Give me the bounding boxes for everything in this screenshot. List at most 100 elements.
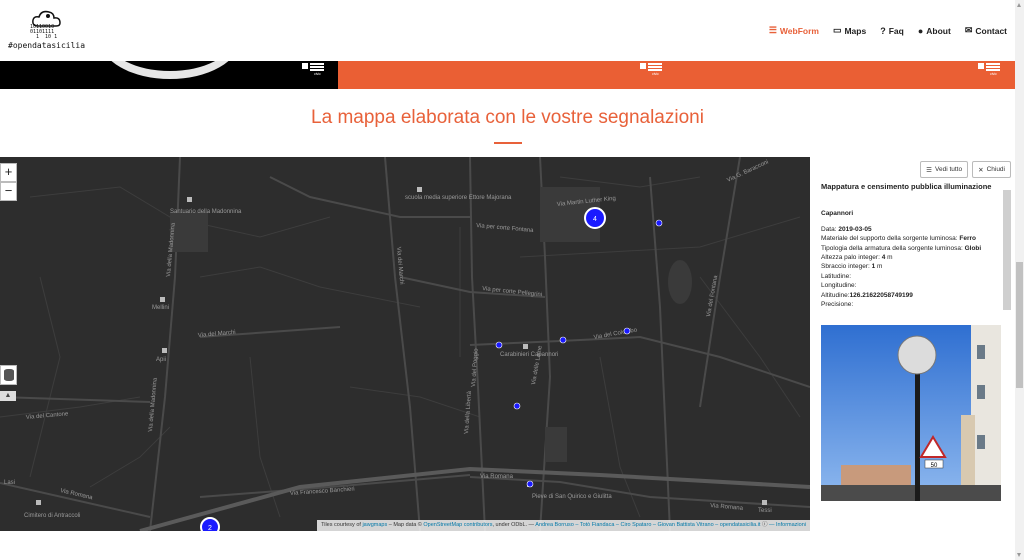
nav-maps[interactable]: ▭ Maps <box>833 25 866 36</box>
logo-text: #opendatasicilia <box>8 41 86 50</box>
layers-button[interactable] <box>0 365 17 385</box>
street-label: Via Romana <box>480 474 514 480</box>
panel-content: Mappatura e censimento pubblica illumina… <box>821 182 1004 309</box>
poi-label: Carabinieri Capannori <box>500 352 558 358</box>
lamp-globe <box>897 335 937 375</box>
scroll-up-icon[interactable] <box>1017 3 1021 7</box>
street-label: Via per corte Pellegrini <box>482 286 543 298</box>
map-marker[interactable] <box>623 327 631 335</box>
nav-webform[interactable]: ☰ WebForm <box>769 25 819 36</box>
police-icon <box>523 344 528 349</box>
collapse-toggle[interactable]: ▲ <box>0 391 16 401</box>
street-lamp-photo: 50 <box>821 325 1001 501</box>
zoom-out-button[interactable]: − <box>0 182 17 201</box>
cemetery-icon <box>36 500 41 505</box>
opendatasicilia-logo[interactable]: 10110010 01101111 1 10 1 #opendatasicili… <box>6 8 86 54</box>
info-row: Longitudine: <box>821 282 857 290</box>
attribution-prefix: Tiles courtesy of <box>321 522 361 528</box>
map-icon: ▭ <box>832 25 842 35</box>
street-label: Via della Madonnina <box>148 377 159 432</box>
map-marker[interactable] <box>495 341 503 349</box>
info-link[interactable]: — Informazioni <box>769 522 806 528</box>
street-label: Via G. Baracconi <box>726 159 769 183</box>
info-row: Precisione: <box>821 301 854 309</box>
shop-icon <box>762 500 767 505</box>
street-label: Via per corte Fontana <box>476 223 535 234</box>
banner-tile-orange[interactable]: civic <box>338 61 677 89</box>
page-scrollbar[interactable] <box>1015 0 1024 560</box>
markers: 4 2 <box>200 207 663 531</box>
nav-contact-label: Contact <box>975 25 1007 36</box>
panel-buttons: ☰ Vedi tutto ✕ Chiudi <box>920 161 1011 178</box>
lamp-pole <box>915 367 920 501</box>
civic-logo-icon: civic <box>302 63 326 77</box>
nav-faq[interactable]: ? Faq <box>880 25 904 36</box>
map-marker[interactable] <box>655 219 663 227</box>
close-icon: ✕ <box>978 166 984 174</box>
school-icon <box>417 187 422 192</box>
tile-caption: civic <box>314 72 321 76</box>
info-row: Altezza palo integer: 4 m <box>821 254 893 262</box>
poi-label: scuola media superiore Ettore Majorana <box>405 195 512 201</box>
envelope-icon: ✉ <box>964 25 973 35</box>
nav-contact[interactable]: ✉ Contact <box>965 25 1007 36</box>
osm-link[interactable]: OpenStreetMap contributors <box>423 522 492 528</box>
photo-illustration: 50 <box>821 325 1001 501</box>
top-navbar: 10110010 01101111 1 10 1 #opendatasicili… <box>0 0 1015 61</box>
info-row: Tipologia della armatura della sorgente … <box>821 244 982 252</box>
see-all-button[interactable]: ☰ Vedi tutto <box>920 161 969 178</box>
nav-maps-label: Maps <box>844 25 867 36</box>
info-row: Sbraccio integer: 1 m <box>821 263 883 271</box>
panel-heading: Mappatura e censimento pubblica illumina… <box>821 182 992 191</box>
see-all-label: Vedi tutto <box>935 166 963 173</box>
logo-binary: 10110010 01101111 1 10 1 <box>30 24 58 40</box>
poi-label: Cimitero di Antraccoli <box>24 513 80 519</box>
attribution-license: , under ODbL. — <box>492 522 535 528</box>
map-areas <box>170 187 692 462</box>
map-marker[interactable] <box>526 480 534 488</box>
shop-icon <box>160 297 165 302</box>
list-icon: ☰ <box>926 166 932 174</box>
shop-icon <box>162 348 167 353</box>
banner-tile-dark[interactable]: civic <box>0 61 338 89</box>
poi-label: Pieve di San Quirico e Giulitta <box>532 494 612 500</box>
scroll-down-icon[interactable] <box>1017 553 1021 557</box>
marker-cluster[interactable]: 4 <box>584 207 606 229</box>
tiles-link[interactable]: jawgmaps <box>362 522 387 528</box>
cluster-count: 4 <box>593 216 597 223</box>
sign-text: 50 <box>931 463 938 469</box>
street-label: Via Romana <box>710 503 744 512</box>
map-view[interactable]: Via Martin Luther King Via G. Baracconi … <box>0 157 810 531</box>
nav-about-label: About <box>926 25 951 36</box>
civic-logo-icon: civic <box>640 63 664 77</box>
map-marker[interactable] <box>513 402 521 410</box>
ring-graphic <box>100 61 240 79</box>
close-button[interactable]: ✕ Chiudi <box>972 161 1011 178</box>
map-marker[interactable] <box>559 336 567 344</box>
authors-link[interactable]: Andrea Borruso – Totò Fiandaca – Ciro Sp… <box>535 522 760 528</box>
close-label: Chiudi <box>986 166 1005 173</box>
map-tiles: Via Martin Luther King Via G. Baracconi … <box>0 157 810 531</box>
nav-webform-label: WebForm <box>779 25 819 36</box>
banner-tile-orange[interactable]: civic <box>677 61 1015 89</box>
tile-caption: civic <box>652 72 659 76</box>
civic-logo-icon: civic <box>978 63 1002 77</box>
tile-banner: civic civic civic <box>0 61 1015 89</box>
street-label: Via delle Lame <box>531 345 544 386</box>
scroll-thumb[interactable] <box>1016 262 1023 388</box>
tile-caption: civic <box>990 72 997 76</box>
marker-cluster[interactable]: 2 <box>200 517 220 531</box>
info-icon[interactable]: ⓘ <box>762 522 768 528</box>
street-label: Via del Marchi <box>198 330 236 339</box>
users-icon: ● <box>917 25 924 36</box>
poi-label: Apii <box>156 357 166 363</box>
zoom-in-button[interactable]: + <box>0 163 17 182</box>
poi-label: Tessi <box>758 508 772 514</box>
street-label: Via della Libertà <box>464 390 473 434</box>
nav-about[interactable]: ● About <box>918 25 951 36</box>
title-divider <box>494 142 522 144</box>
cluster-count: 2 <box>208 525 212 531</box>
panel-scrollbar[interactable] <box>1003 190 1011 310</box>
info-row: Data: 2019-03-05 <box>821 225 872 233</box>
poi-label: Mellini <box>152 305 169 311</box>
